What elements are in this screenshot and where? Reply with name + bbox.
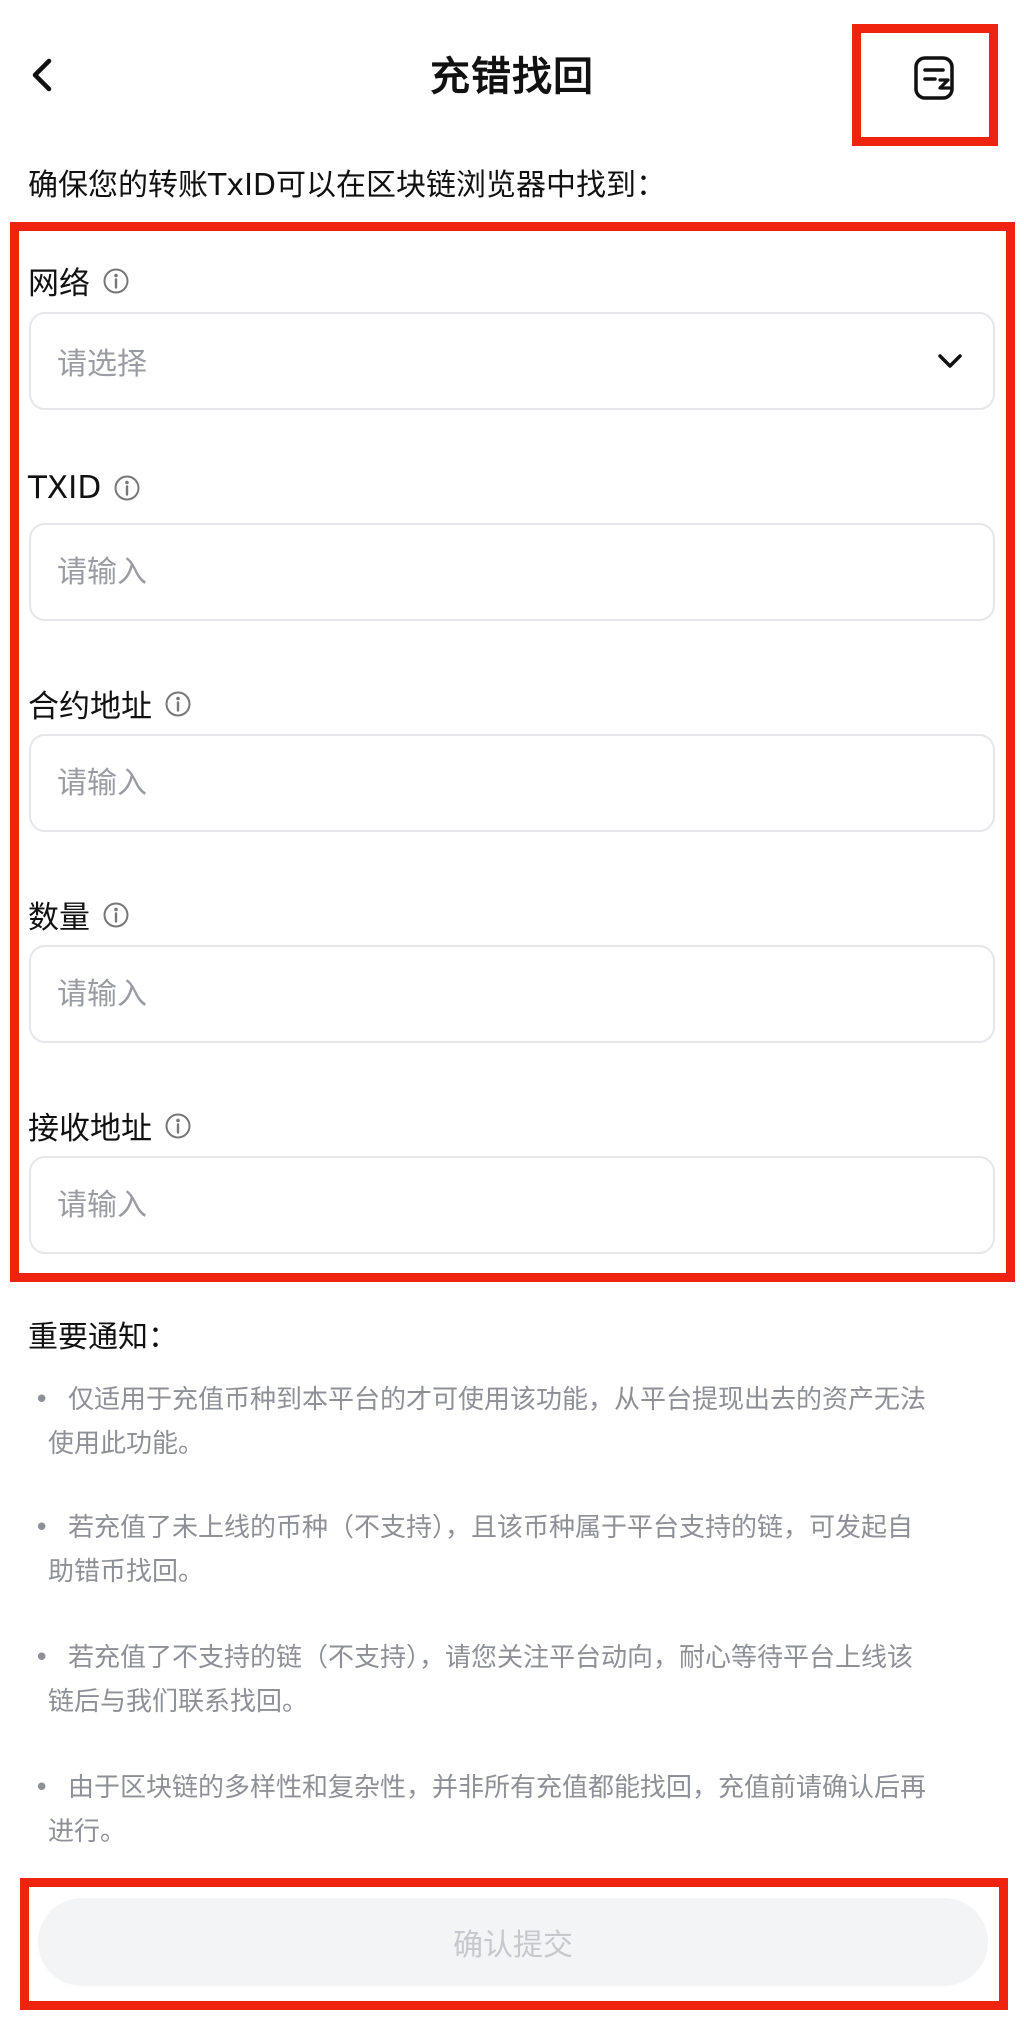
notice-line: 若充值了未上线的币种（不支持），且该币种属于平台支持的链，可发起自 <box>68 1513 914 1543</box>
network-select-value: 请选择 <box>57 347 147 382</box>
amount-input[interactable] <box>57 976 967 1012</box>
page-title: 充错找回 <box>430 54 594 100</box>
chevron-down-icon <box>938 354 962 368</box>
receiver-address-input[interactable] <box>57 1187 967 1223</box>
notice-line: 进行。 <box>48 1817 127 1847</box>
receiver-label: 接收地址 <box>28 1103 192 1148</box>
notice-item: • 由于区块链的多样性和复杂性，并非所有充值都能找回，充值前请确认后再 进行。 <box>34 1766 994 1854</box>
amount-label: 数量 <box>28 892 130 937</box>
notice-title: 重要通知： <box>28 1320 178 1355</box>
txid-field[interactable] <box>29 523 995 621</box>
notice-line: 仅适用于充值币种到本平台的才可使用该功能，从平台提现出去的资产无法 <box>68 1385 927 1415</box>
txid-label-text: TXID <box>28 470 102 506</box>
notice-item: • 若充值了不支持的链（不支持），请您关注平台动向，耐心等待平台上线该 链后与我们… <box>34 1636 994 1724</box>
txid-label: TXID <box>28 470 141 506</box>
history-record-button[interactable] <box>909 52 961 104</box>
contract-label: 合约地址 <box>28 681 192 726</box>
notice-line: 链后与我们联系找回。 <box>48 1687 309 1717</box>
txid-input[interactable] <box>57 554 967 590</box>
network-select[interactable]: 请选择 <box>29 312 995 410</box>
notice-line: 使用此功能。 <box>48 1429 205 1459</box>
notice-line: 助错币找回。 <box>48 1557 205 1587</box>
info-icon[interactable] <box>113 474 141 502</box>
info-icon[interactable] <box>164 1112 192 1140</box>
notice-line: 由于区块链的多样性和复杂性，并非所有充值都能找回，充值前请确认后再 <box>68 1773 927 1803</box>
network-label: 网络 <box>28 258 130 303</box>
notice-item: • 若充值了未上线的币种（不支持），且该币种属于平台支持的链，可发起自 助错币找回… <box>34 1506 994 1594</box>
record-list-icon <box>914 56 954 100</box>
notice-item: • 仅适用于充值币种到本平台的才可使用该功能，从平台提现出去的资产无法 使用此功能… <box>34 1378 994 1466</box>
header: 充错找回 <box>0 0 1024 150</box>
amount-field[interactable] <box>29 945 995 1043</box>
contract-address-input[interactable] <box>57 765 967 801</box>
contract-address-field[interactable] <box>29 734 995 832</box>
notice-line: 若充值了不支持的链（不支持），请您关注平台动向，耐心等待平台上线该 <box>68 1643 914 1673</box>
info-icon[interactable] <box>164 690 192 718</box>
submit-button[interactable]: 确认提交 <box>38 1898 988 1986</box>
contract-label-text: 合约地址 <box>28 689 152 725</box>
receiver-address-field[interactable] <box>29 1156 995 1254</box>
info-icon[interactable] <box>102 267 130 295</box>
receiver-label-text: 接收地址 <box>28 1111 152 1147</box>
info-icon[interactable] <box>102 901 130 929</box>
intro-text: 确保您的转账TxID可以在区块链浏览器中找到： <box>28 168 667 203</box>
network-label-text: 网络 <box>28 266 90 302</box>
amount-label-text: 数量 <box>28 900 90 936</box>
